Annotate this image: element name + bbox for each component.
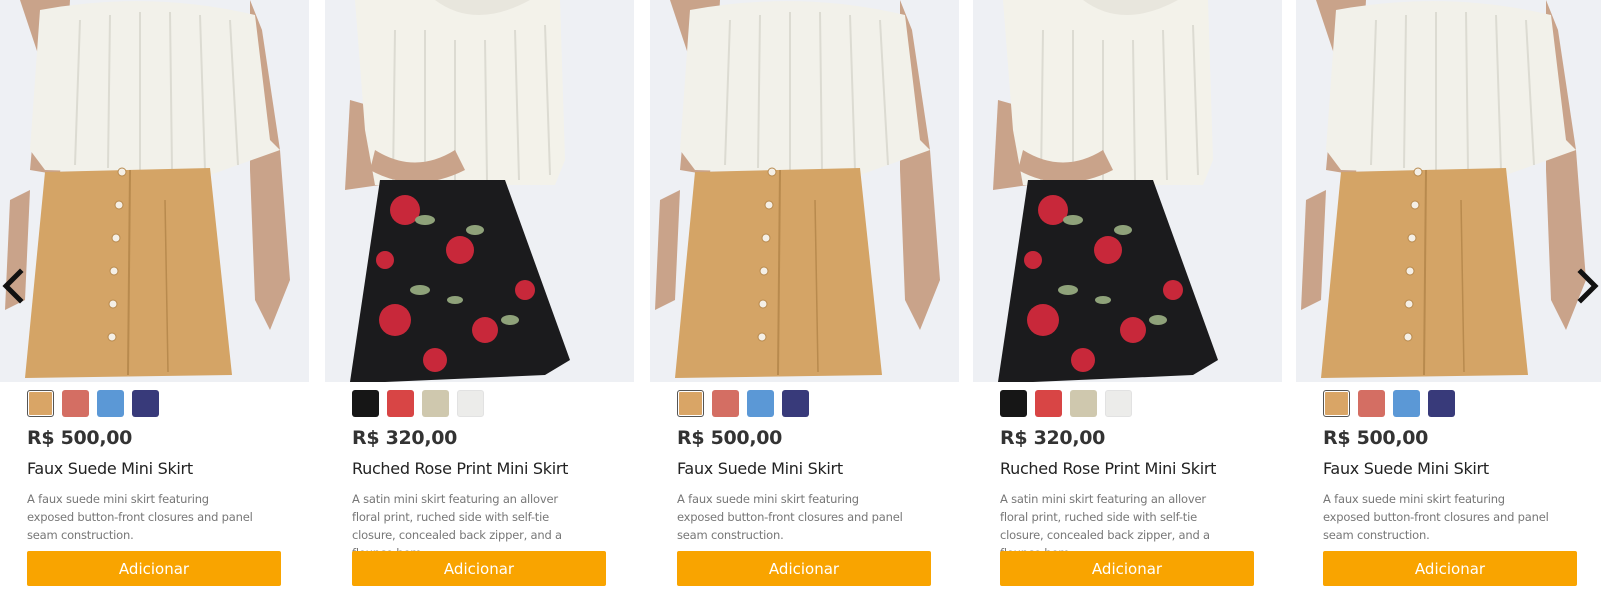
add-to-cart-button[interactable]: Adicionar [352, 551, 606, 586]
add-to-cart-button[interactable]: Adicionar [677, 551, 931, 586]
product-name[interactable]: Ruched Rose Print Mini Skirt [352, 459, 568, 478]
product-card: R$ 500,00 Faux Suede Mini Skirt A faux s… [0, 0, 309, 601]
product-card: R$ 320,00 Ruched Rose Print Mini Skirt A… [325, 0, 634, 601]
product-card: R$ 500,00 Faux Suede Mini Skirt A faux s… [650, 0, 959, 601]
add-to-cart-button[interactable]: Adicionar [1323, 551, 1577, 586]
add-to-cart-button[interactable]: Adicionar [27, 551, 281, 586]
color-swatch[interactable] [1000, 390, 1027, 417]
color-swatch[interactable] [1035, 390, 1062, 417]
color-swatch[interactable] [352, 390, 379, 417]
product-description: A faux suede mini skirt featuring expose… [677, 492, 903, 542]
product-image[interactable] [0, 0, 309, 382]
product-name[interactable]: Ruched Rose Print Mini Skirt [1000, 459, 1216, 478]
color-swatch[interactable] [457, 390, 484, 417]
product-image[interactable] [973, 0, 1282, 382]
color-swatch[interactable] [97, 390, 124, 417]
color-swatch[interactable] [1393, 390, 1420, 417]
color-swatch[interactable] [1323, 390, 1350, 417]
product-description: A faux suede mini skirt featuring expose… [27, 492, 253, 542]
color-swatch[interactable] [1070, 390, 1097, 417]
color-swatch[interactable] [1105, 390, 1132, 417]
add-to-cart-button[interactable]: Adicionar [1000, 551, 1254, 586]
color-swatches [1323, 390, 1455, 417]
product-image[interactable] [650, 0, 959, 382]
product-card: R$ 320,00 Ruched Rose Print Mini Skirt A… [973, 0, 1282, 601]
chevron-left-icon [2, 268, 24, 304]
product-carousel: R$ 500,00 Faux Suede Mini Skirt A faux s… [0, 0, 1601, 601]
color-swatch[interactable] [422, 390, 449, 417]
color-swatch[interactable] [387, 390, 414, 417]
carousel-next-button[interactable] [1575, 268, 1601, 304]
color-swatch[interactable] [132, 390, 159, 417]
product-description: A faux suede mini skirt featuring expose… [1323, 492, 1549, 542]
product-price: R$ 500,00 [677, 427, 783, 449]
color-swatch[interactable] [747, 390, 774, 417]
product-name[interactable]: Faux Suede Mini Skirt [27, 459, 193, 478]
product-image[interactable] [1296, 0, 1601, 382]
product-price: R$ 500,00 [27, 427, 133, 449]
color-swatch[interactable] [27, 390, 54, 417]
product-price: R$ 320,00 [352, 427, 458, 449]
color-swatch[interactable] [1428, 390, 1455, 417]
product-price: R$ 500,00 [1323, 427, 1429, 449]
color-swatch[interactable] [1358, 390, 1385, 417]
color-swatches [352, 390, 484, 417]
color-swatches [677, 390, 809, 417]
product-price: R$ 320,00 [1000, 427, 1106, 449]
color-swatch[interactable] [712, 390, 739, 417]
product-name[interactable]: Faux Suede Mini Skirt [677, 459, 843, 478]
product-card: R$ 500,00 Faux Suede Mini Skirt A faux s… [1296, 0, 1601, 601]
chevron-right-icon [1577, 268, 1599, 304]
carousel-prev-button[interactable] [0, 268, 26, 304]
product-name[interactable]: Faux Suede Mini Skirt [1323, 459, 1489, 478]
product-image[interactable] [325, 0, 634, 382]
color-swatch[interactable] [782, 390, 809, 417]
color-swatch[interactable] [677, 390, 704, 417]
color-swatch[interactable] [62, 390, 89, 417]
color-swatches [1000, 390, 1132, 417]
color-swatches [27, 390, 159, 417]
